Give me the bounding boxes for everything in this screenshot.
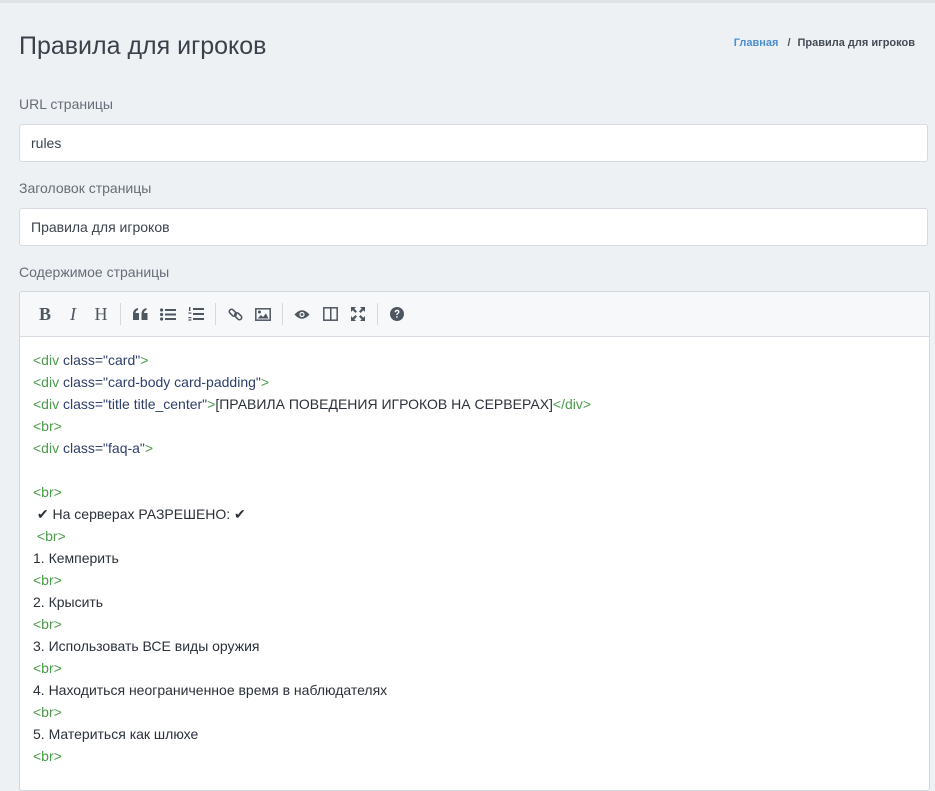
code-line: <br>	[33, 613, 916, 635]
italic-icon: I	[70, 303, 76, 324]
code-tag: <br>	[33, 528, 66, 544]
page-title: Правила для игроков	[19, 32, 267, 60]
quote-icon	[132, 307, 147, 320]
code-string: "card-body card-padding"	[103, 374, 261, 390]
code-line: <br>	[33, 415, 916, 437]
code-text: 4. Находиться неограниченное время в наб…	[33, 682, 388, 698]
heading-input[interactable]: Правила для игроков	[19, 208, 928, 246]
code-string: "title title_center"	[103, 396, 208, 412]
fullscreen-button[interactable]	[344, 300, 372, 328]
bold-button[interactable]: B	[31, 300, 59, 328]
editor-toolbar: B I H	[20, 292, 929, 337]
breadcrumb-home-link[interactable]: Главная	[734, 37, 779, 49]
code-tag: <br>	[33, 660, 62, 676]
code-attr: class=	[62, 396, 104, 412]
code-text: 1. Кемперить	[33, 550, 119, 566]
toolbar-separator	[120, 303, 121, 325]
link-button[interactable]	[221, 300, 249, 328]
heading-label: Заголовок страницы	[19, 180, 152, 196]
code-line: 5. Материться как шлюхе	[33, 723, 916, 745]
fullscreen-icon	[351, 307, 365, 321]
code-line: <div class="card">	[33, 349, 916, 371]
toolbar-separator	[377, 303, 378, 325]
code-line: 1. Кемперить	[33, 547, 916, 569]
code-tag: <div	[33, 352, 63, 368]
unordered-list-icon	[160, 307, 176, 321]
breadcrumb: Главная / Правила для игроков	[734, 37, 915, 49]
help-button[interactable]	[383, 300, 411, 328]
help-icon	[390, 307, 404, 321]
heading-button[interactable]: H	[87, 300, 115, 328]
italic-button[interactable]: I	[59, 300, 87, 328]
toolbar-separator	[215, 303, 216, 325]
code-line: <br>	[33, 569, 916, 591]
quote-button[interactable]	[126, 300, 154, 328]
code-tag: <br>	[33, 572, 62, 588]
code-tag: <div	[33, 440, 63, 456]
code-tag: <br>	[33, 704, 62, 720]
code-line: <div class="title title_center">[ПРАВИЛА…	[33, 393, 916, 415]
code-line: <br>	[33, 657, 916, 679]
bold-icon: B	[38, 303, 51, 324]
code-line: 2. Крысить	[33, 591, 916, 613]
side-by-side-button[interactable]	[316, 300, 344, 328]
code-string: "card"	[103, 352, 141, 368]
code-line: <br>	[33, 481, 916, 503]
code-line: <br>	[33, 701, 916, 723]
url-input[interactable]: rules	[19, 124, 928, 162]
link-icon	[227, 307, 243, 321]
image-icon	[255, 307, 271, 321]
code-tag: <div	[33, 396, 63, 412]
code-tag: >	[260, 374, 270, 390]
content-label: Содержимое страницы	[19, 264, 170, 280]
breadcrumb-current: Правила для игроков	[797, 37, 916, 49]
code-string: "faq-a"	[103, 440, 145, 456]
side-by-side-icon	[322, 307, 338, 321]
code-tag: <br>	[33, 748, 62, 764]
ordered-list-button[interactable]	[182, 300, 210, 328]
url-label: URL страницы	[19, 96, 113, 112]
code-text: 5. Материться как шлюхе	[33, 726, 199, 742]
code-tag: >	[144, 440, 154, 456]
code-text: [ПРАВИЛА ПОВЕДЕНИЯ ИГРОКОВ НА СЕРВЕРАХ]	[215, 396, 553, 412]
code-text: 3. Использовать ВСЕ виды оружия	[33, 638, 260, 654]
editor-code-area[interactable]: <div class="card"> <div class="card-body …	[20, 337, 929, 767]
ordered-list-icon	[188, 307, 204, 321]
code-tag: <br>	[33, 616, 62, 632]
breadcrumb-separator: /	[787, 37, 791, 49]
code-text: 2. Крысить	[33, 594, 104, 610]
unordered-list-button[interactable]	[154, 300, 182, 328]
preview-icon	[294, 309, 310, 319]
code-attr: class=	[62, 374, 104, 390]
code-tag: </div>	[552, 396, 592, 412]
code-line: 4. Находиться неограниченное время в наб…	[33, 679, 916, 701]
toolbar-separator	[282, 303, 283, 325]
code-tag: >	[140, 352, 149, 368]
code-attr: class=	[62, 440, 104, 456]
code-line: <div class="faq-a">	[33, 437, 916, 459]
code-line: <br>	[33, 745, 916, 767]
code-line: <br>	[33, 525, 916, 547]
code-text: ✔ На серверах РАЗРЕШЕНО: ✔	[33, 506, 246, 522]
code-attr: class=	[62, 352, 104, 368]
code-tag: <br>	[33, 484, 62, 500]
heading-icon: H	[94, 303, 108, 324]
code-line: ✔ На серверах РАЗРЕШЕНО: ✔	[33, 503, 916, 525]
code-line: 3. Использовать ВСЕ виды оружия	[33, 635, 916, 657]
preview-button[interactable]	[288, 300, 316, 328]
code-line: <div class="card-body card-padding">	[33, 371, 916, 393]
top-shade	[0, 0, 935, 3]
code-tag: <br>	[33, 418, 62, 434]
markdown-editor: B I H <div class="card"> <div class="car…	[19, 291, 930, 791]
image-button[interactable]	[249, 300, 277, 328]
code-tag: <div	[33, 374, 63, 390]
